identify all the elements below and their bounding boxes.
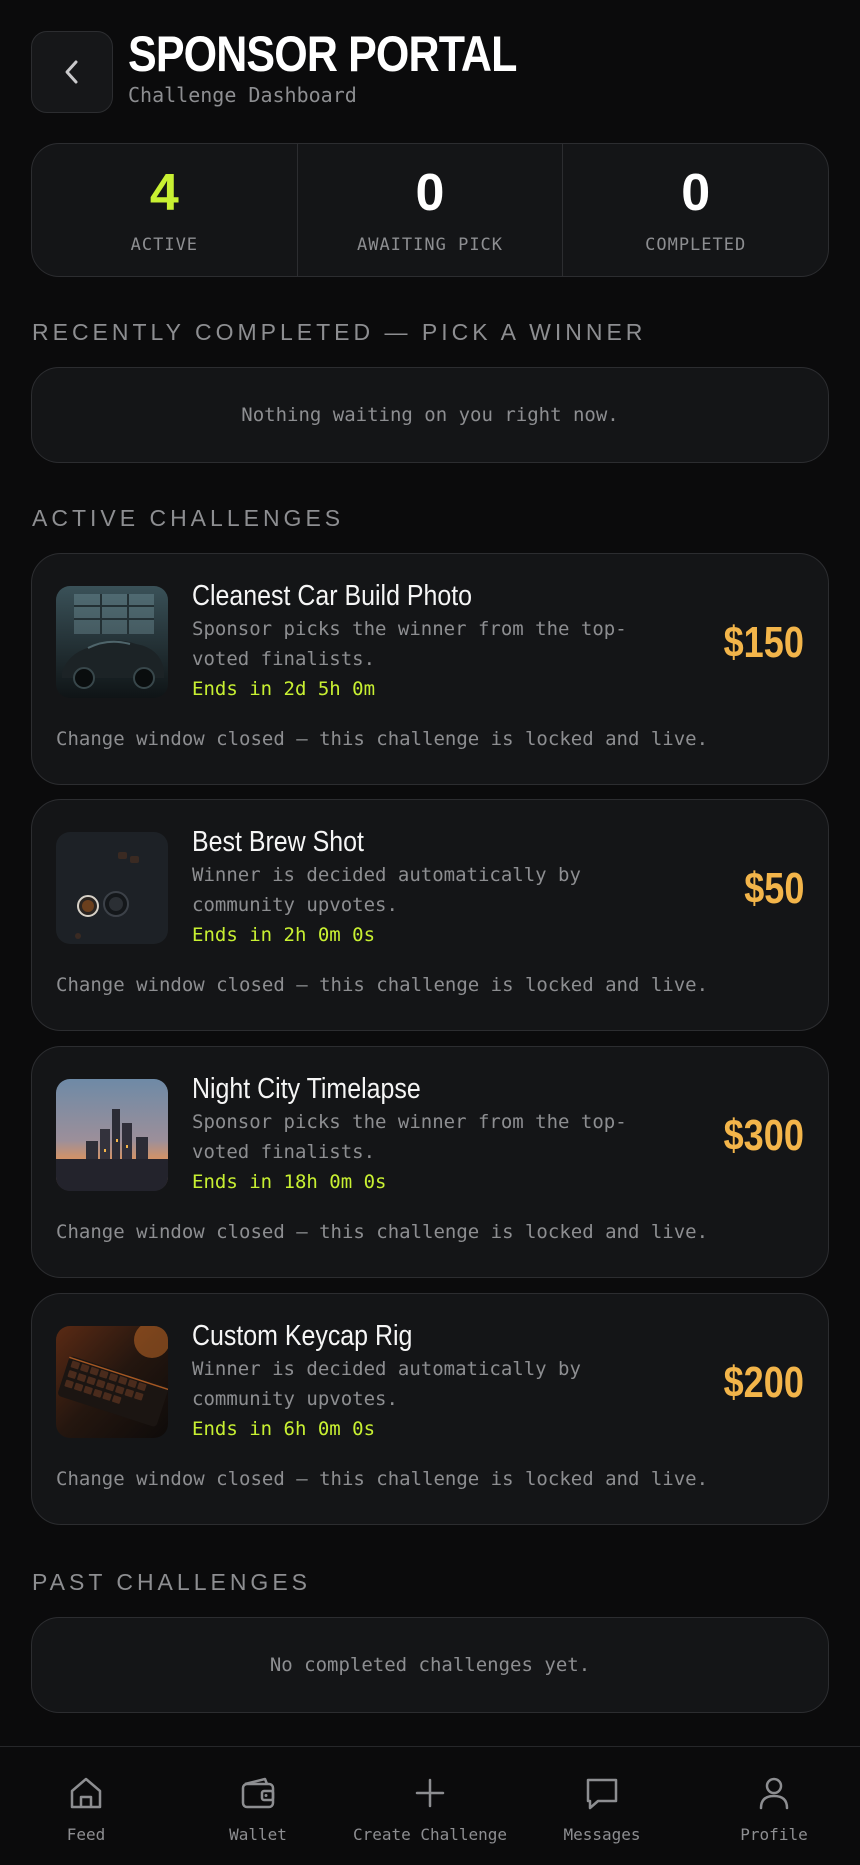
challenge-title: Night City Timelapse [192,1073,421,1105]
challenge-prize: $150 [723,618,804,667]
challenge-prize: $200 [723,1358,804,1407]
challenge-prize: $300 [723,1111,804,1160]
bottom-nav: Feed Wallet Create Challenge Messages Pr… [0,1746,860,1865]
challenge-card[interactable]: Night City Timelapse Sponsor picks the w… [31,1046,829,1278]
nav-label: Wallet [229,1825,287,1844]
nav-label: Create Challenge [352,1825,508,1844]
challenge-title: Custom Keycap Rig [192,1320,413,1352]
nav-item-wallet[interactable]: Wallet [172,1747,344,1865]
chat-icon [580,1771,624,1815]
stat-value: 0 [415,164,445,222]
recently-completed-empty-state: Nothing waiting on you right now. [31,367,829,463]
back-button[interactable] [31,31,113,113]
challenge-timer: Ends in 18h 0m 0s [192,1171,387,1193]
section-title-past-challenges: PAST CHALLENGES [32,1569,312,1595]
challenge-title: Best Brew Shot [192,826,364,858]
stat-value: 0 [681,164,711,222]
challenge-description: Winner is decided automatically by commu… [192,864,581,916]
stat-label: AWAITING PICK [356,235,504,255]
challenge-description: Sponsor picks the winner from the top-vo… [192,618,627,670]
nav-item-feed[interactable]: Feed [0,1747,172,1865]
challenge-lock-note: Change window closed — this challenge is… [56,728,709,750]
stat-completed[interactable]: 0 COMPLETED [562,144,828,276]
challenge-prize: $50 [743,864,804,913]
page-title: SPONSOR PORTAL [128,26,517,82]
challenge-lock-note: Change window closed — this challenge is… [56,1221,709,1243]
stat-value: 4 [149,164,179,222]
challenge-description: Winner is decided automatically by commu… [192,1358,581,1410]
wallet-icon [236,1771,280,1815]
challenge-card[interactable]: Cleanest Car Build Photo Sponsor picks t… [31,553,829,785]
stat-label: COMPLETED [645,235,747,255]
section-title-active-challenges: ACTIVE CHALLENGES [32,505,345,531]
challenge-timer: Ends in 2h 0m 0s [192,924,376,946]
nav-label: Feed [66,1825,106,1844]
challenge-card[interactable]: Best Brew Shot Winner is decided automat… [31,799,829,1031]
stat-active[interactable]: 4 ACTIVE [32,144,297,276]
plus-icon [408,1771,452,1815]
home-icon [64,1771,108,1815]
nav-item-profile[interactable]: Profile [688,1747,860,1865]
sponsor-portal-screen: SPONSOR PORTAL Challenge Dashboard 4 ACT… [0,0,860,1865]
section-title-recently-completed: RECENTLY COMPLETED — PICK A WINNER [32,319,647,345]
user-icon [752,1771,796,1815]
nav-label: Messages [563,1825,641,1844]
stat-awaiting-pick[interactable]: 0 AWAITING PICK [296,144,563,276]
challenge-timer: Ends in 6h 0m 0s [192,1418,376,1440]
challenge-lock-note: Change window closed — this challenge is… [56,974,709,996]
challenge-description: Sponsor picks the winner from the top-vo… [192,1111,627,1163]
chevron-left-icon [65,60,78,84]
challenge-lock-note: Change window closed — this challenge is… [56,1468,709,1490]
challenge-thumbnail-coffee [56,832,168,944]
page-subtitle: Challenge Dashboard [128,83,357,107]
challenge-card[interactable]: Custom Keycap Rig Winner is decided auto… [31,1293,829,1525]
nav-item-create-challenge[interactable]: Create Challenge [344,1747,516,1865]
stats-panel: 4 ACTIVE 0 AWAITING PICK 0 COMPLETED [31,143,829,277]
challenge-title: Cleanest Car Build Photo [192,580,473,612]
challenge-thumbnail-car [56,586,168,698]
stat-label: ACTIVE [130,235,199,255]
challenge-thumbnail-keyboard [56,1326,168,1438]
challenge-thumbnail-city [56,1079,168,1191]
nav-label: Profile [740,1825,808,1844]
challenge-timer: Ends in 2d 5h 0m [192,678,376,700]
nav-item-messages[interactable]: Messages [516,1747,688,1865]
past-challenges-empty-state: No completed challenges yet. [31,1617,829,1713]
